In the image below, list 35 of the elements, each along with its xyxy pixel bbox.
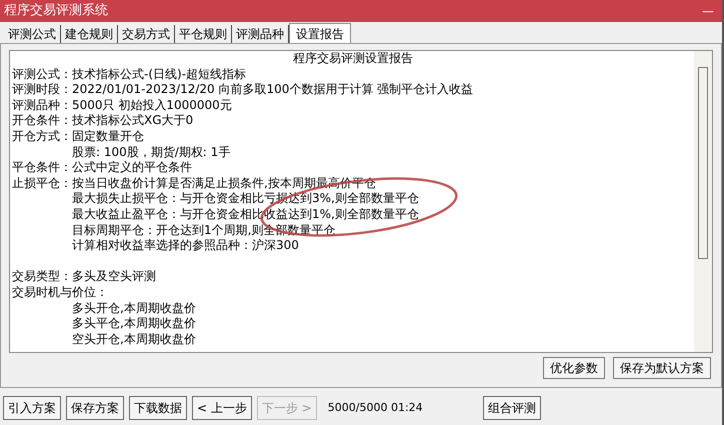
field-label: 评测时段： (12, 82, 72, 98)
report-title: 程序交易评测设置报告 (292, 51, 414, 67)
minimize-button[interactable]: — (698, 2, 718, 20)
combo-test-button[interactable]: 组合评测 (482, 396, 541, 420)
window-title: 程序交易评测系统 (4, 2, 108, 20)
field-value: 5000只 初始投入1000000元 (72, 98, 232, 114)
field-label: 止损平仓： (12, 176, 72, 192)
field-value: 技术指标公式-(日线)-超短线指标 (72, 66, 246, 82)
field-value: 2022/01/01-2023/12/20 向前多取100个数据用于计算 强制平仓计入收益 (72, 82, 474, 98)
field-label: 交易时机与价位： (12, 284, 108, 300)
field-label: 评测公式： (12, 66, 72, 82)
scrollbar[interactable] (694, 51, 712, 352)
field-value: 固定数量开仓 (72, 128, 144, 145)
detail-text: 股票: 100股，期货/期权: 1手 (72, 144, 230, 159)
tab[interactable]: 设置报告 (289, 23, 351, 43)
field-label: 开仓条件： (12, 113, 72, 129)
detail-text: 多头平仓,本周期收盘价 (72, 316, 196, 330)
detail-text: 计算相对收益率选择的参照品种：沪深300 (72, 238, 299, 252)
field-label: 开仓方式： (12, 128, 72, 145)
field-value: 技术指标公式XG大于0 (72, 113, 194, 129)
field-value: 多头及空头评测 (72, 269, 156, 285)
field-label: 评测品种： (12, 98, 72, 114)
toolbar-button[interactable]: 下载数据 (129, 396, 187, 420)
toolbar-button[interactable]: 保存方案 (66, 396, 124, 420)
field-value: 公式中定义的平仓条件 (72, 160, 192, 176)
scrollbar-thumb[interactable] (698, 67, 708, 259)
detail-text: 多头开仓,本周期收盘价 (72, 300, 196, 314)
panel-button[interactable]: 优化参数 (543, 357, 605, 379)
panel-button[interactable]: 保存为默认方案 (613, 357, 711, 379)
field-label: 交易类型： (12, 269, 72, 285)
toolbar-button[interactable]: < 上一步 (192, 396, 252, 420)
toolbar-button[interactable]: 引入方案 (3, 396, 61, 420)
detail-text: 空头开仓,本周期收盘价 (72, 332, 196, 346)
field-label: 平仓条件： (12, 160, 72, 176)
status-text: 5000/5000 01:24 (328, 400, 424, 416)
